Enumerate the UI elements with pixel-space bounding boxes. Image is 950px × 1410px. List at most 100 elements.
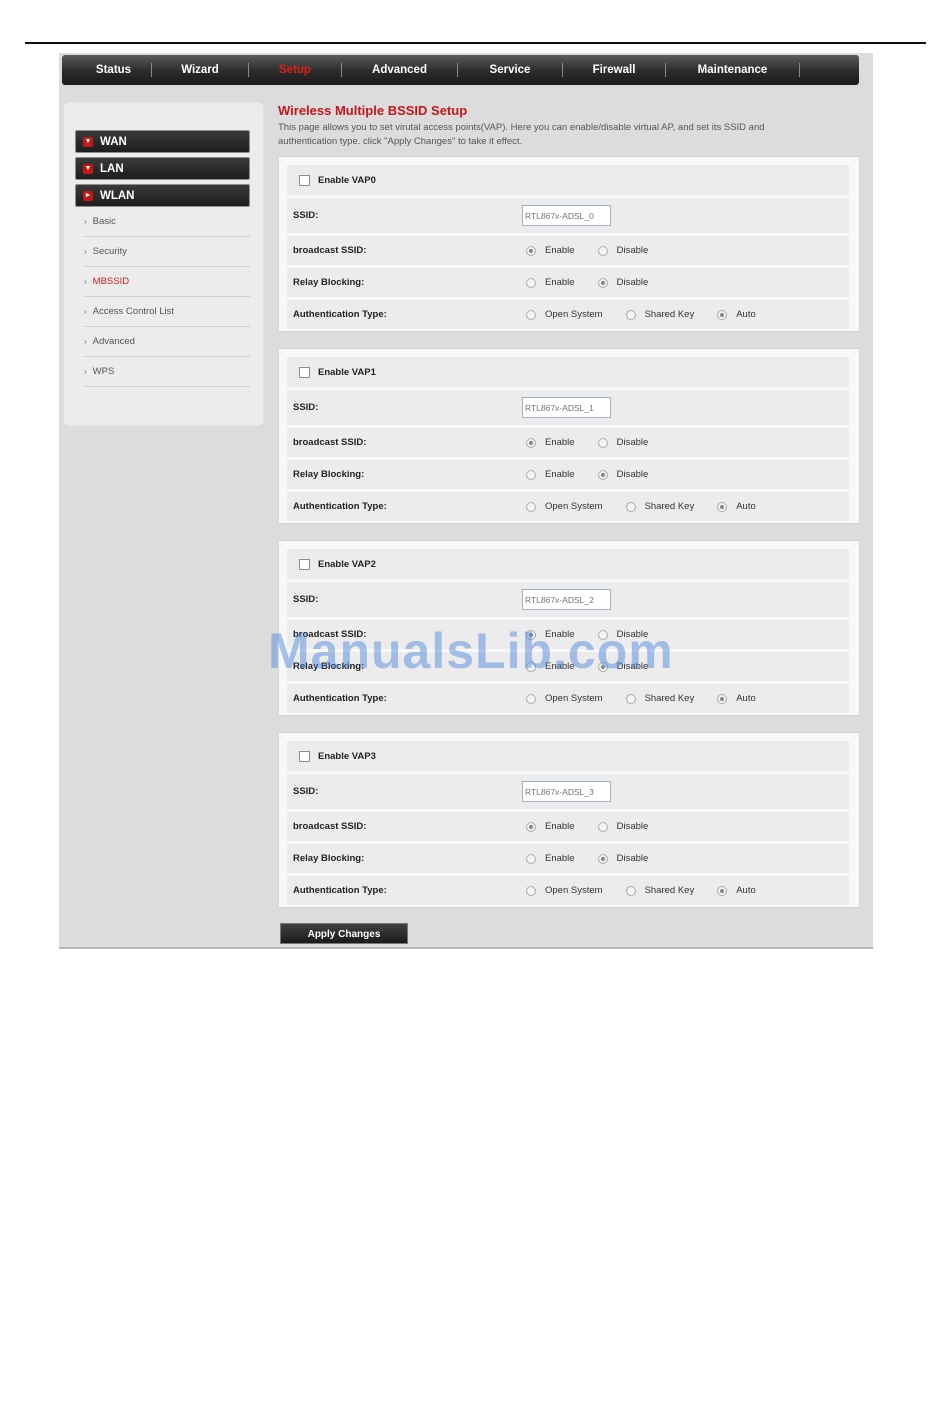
auth-auto-radio[interactable] (717, 693, 728, 704)
broadcast-enable-radio[interactable] (526, 437, 536, 448)
relay-enable-radio[interactable] (526, 277, 536, 288)
auth-shared-key-radio[interactable] (625, 693, 636, 704)
broadcast-disable-radio[interactable] (597, 821, 608, 832)
sidebar-category-wlan[interactable]: ► WLAN (75, 184, 250, 207)
broadcast-enable-option[interactable]: Enable (526, 245, 586, 256)
relay-disable-option[interactable]: Disable (597, 277, 660, 288)
relay-disable-label: Disable (616, 277, 649, 288)
auth-shared-key-option[interactable]: Shared Key (625, 501, 706, 512)
enable-vap-checkbox[interactable] (299, 558, 310, 570)
form-row: broadcast SSID: Enable Disable (287, 428, 849, 457)
tab-advanced[interactable]: Advanced (342, 55, 457, 85)
ssid-input[interactable] (522, 589, 611, 610)
auth-auto-label: Auto (736, 501, 756, 512)
auth-open-system-option[interactable]: Open System (526, 693, 614, 704)
ssid-input[interactable] (522, 781, 611, 802)
tab-wizard[interactable]: Wizard (152, 55, 248, 85)
auth-auto-option[interactable]: Auto (717, 309, 767, 320)
auth-type-label: Authentication Type: (287, 876, 511, 905)
enable-vap-checkbox[interactable] (299, 174, 310, 186)
broadcast-enable-option[interactable]: Enable (526, 821, 586, 832)
auth-auto-radio[interactable] (717, 885, 728, 896)
bullet-icon: › (84, 367, 87, 376)
auth-shared-key-label: Shared Key (644, 309, 695, 320)
relay-disable-option[interactable]: Disable (597, 469, 660, 480)
broadcast-enable-radio[interactable] (526, 245, 536, 256)
broadcast-disable-option[interactable]: Disable (597, 245, 660, 256)
apply-changes-button[interactable]: Apply Changes (280, 923, 408, 944)
auth-open-system-option[interactable]: Open System (526, 501, 614, 512)
broadcast-ssid-options: Enable Disable (514, 236, 849, 265)
ssid-label-text: SSID: (293, 594, 319, 605)
auth-open-system-radio[interactable] (526, 885, 536, 896)
auth-auto-option[interactable]: Auto (717, 501, 767, 512)
sidebar-category-label: LAN (100, 162, 124, 175)
auth-open-system-radio[interactable] (526, 501, 536, 512)
broadcast-disable-radio[interactable] (597, 245, 608, 256)
ssid-input[interactable] (522, 205, 611, 226)
relay-disable-radio[interactable] (597, 277, 608, 288)
broadcast-disable-option[interactable]: Disable (597, 821, 660, 832)
relay-enable-option[interactable]: Enable (526, 277, 586, 288)
top-rule (25, 42, 926, 44)
relay-disable-radio[interactable] (597, 469, 608, 480)
form-row: Authentication Type: Open System Shared Ke… (287, 684, 849, 713)
relay-enable-option[interactable]: Enable (526, 469, 586, 480)
broadcast-disable-option[interactable]: Disable (597, 437, 660, 448)
broadcast-label-text: broadcast SSID: (293, 437, 367, 448)
bullet-icon: › (84, 307, 87, 316)
relay-enable-option[interactable]: Enable (526, 853, 586, 864)
tab-service[interactable]: Service (458, 55, 562, 85)
auth-auto-option[interactable]: Auto (717, 885, 767, 896)
sidebar-item-wps[interactable]: › WPS (84, 357, 250, 387)
broadcast-disable-label: Disable (616, 437, 649, 448)
broadcast-enable-option[interactable]: Enable (526, 437, 586, 448)
chevron-down-icon: ▼ (83, 136, 93, 147)
auth-auto-label: Auto (736, 309, 756, 320)
sidebar-category-wan[interactable]: ▼ WAN (75, 130, 250, 153)
ssid-input[interactable] (522, 397, 611, 418)
auth-open-system-option[interactable]: Open System (526, 885, 614, 896)
sidebar-item-advanced[interactable]: › Advanced (84, 327, 250, 357)
relay-blocking-label: Relay Blocking: (287, 460, 511, 489)
tab-maintenance[interactable]: Maintenance (666, 55, 799, 85)
enable-vap-checkbox[interactable] (299, 750, 310, 762)
sidebar-category-lan[interactable]: ▼ LAN (75, 157, 250, 180)
tab-setup[interactable]: Setup (249, 55, 341, 85)
sidebar-item-basic[interactable]: › Basic (84, 207, 250, 237)
enable-vap-checkbox[interactable] (299, 366, 310, 378)
relay-enable-radio[interactable] (526, 469, 536, 480)
auth-open-system-option[interactable]: Open System (526, 309, 614, 320)
auth-auto-option[interactable]: Auto (717, 693, 767, 704)
ssid-label: SSID: (287, 390, 511, 425)
enable-vap-label: Enable VAP1 (318, 366, 376, 378)
auth-open-system-label: Open System (545, 885, 603, 896)
relay-blocking-options: Enable Disable (514, 268, 849, 297)
form-row: Relay Blocking: Enable Disable (287, 844, 849, 873)
auth-shared-key-radio[interactable] (625, 501, 636, 512)
auth-auto-radio[interactable] (717, 501, 728, 512)
sidebar: ▼ WAN ▼ LAN ► WLAN › Basic › Security › MBS… (63, 102, 264, 426)
auth-shared-key-option[interactable]: Shared Key (625, 693, 706, 704)
tab-status[interactable]: Status (76, 55, 151, 85)
tab-firewall[interactable]: Firewall (563, 55, 665, 85)
sidebar-item-mbssid[interactable]: › MBSSID (84, 267, 250, 297)
auth-open-system-radio[interactable] (526, 693, 536, 704)
relay-disable-option[interactable]: Disable (597, 853, 660, 864)
auth-shared-key-radio[interactable] (625, 885, 636, 896)
sidebar-item-access-control-list[interactable]: › Access Control List (84, 297, 250, 327)
nav-separator (799, 63, 800, 77)
broadcast-label-text: broadcast SSID: (293, 245, 367, 256)
auth-shared-key-option[interactable]: Shared Key (625, 885, 706, 896)
auth-shared-key-radio[interactable] (625, 309, 636, 320)
relay-enable-radio[interactable] (526, 853, 536, 864)
broadcast-enable-radio[interactable] (526, 821, 536, 832)
sidebar-item-security[interactable]: › Security (84, 237, 250, 267)
auth-shared-key-label: Shared Key (644, 885, 695, 896)
auth-shared-key-option[interactable]: Shared Key (625, 309, 706, 320)
relay-disable-radio[interactable] (597, 853, 608, 864)
auth-open-system-radio[interactable] (526, 309, 536, 320)
broadcast-disable-radio[interactable] (597, 437, 608, 448)
auth-label-text: Authentication Type: (293, 501, 387, 512)
auth-auto-radio[interactable] (717, 309, 728, 320)
